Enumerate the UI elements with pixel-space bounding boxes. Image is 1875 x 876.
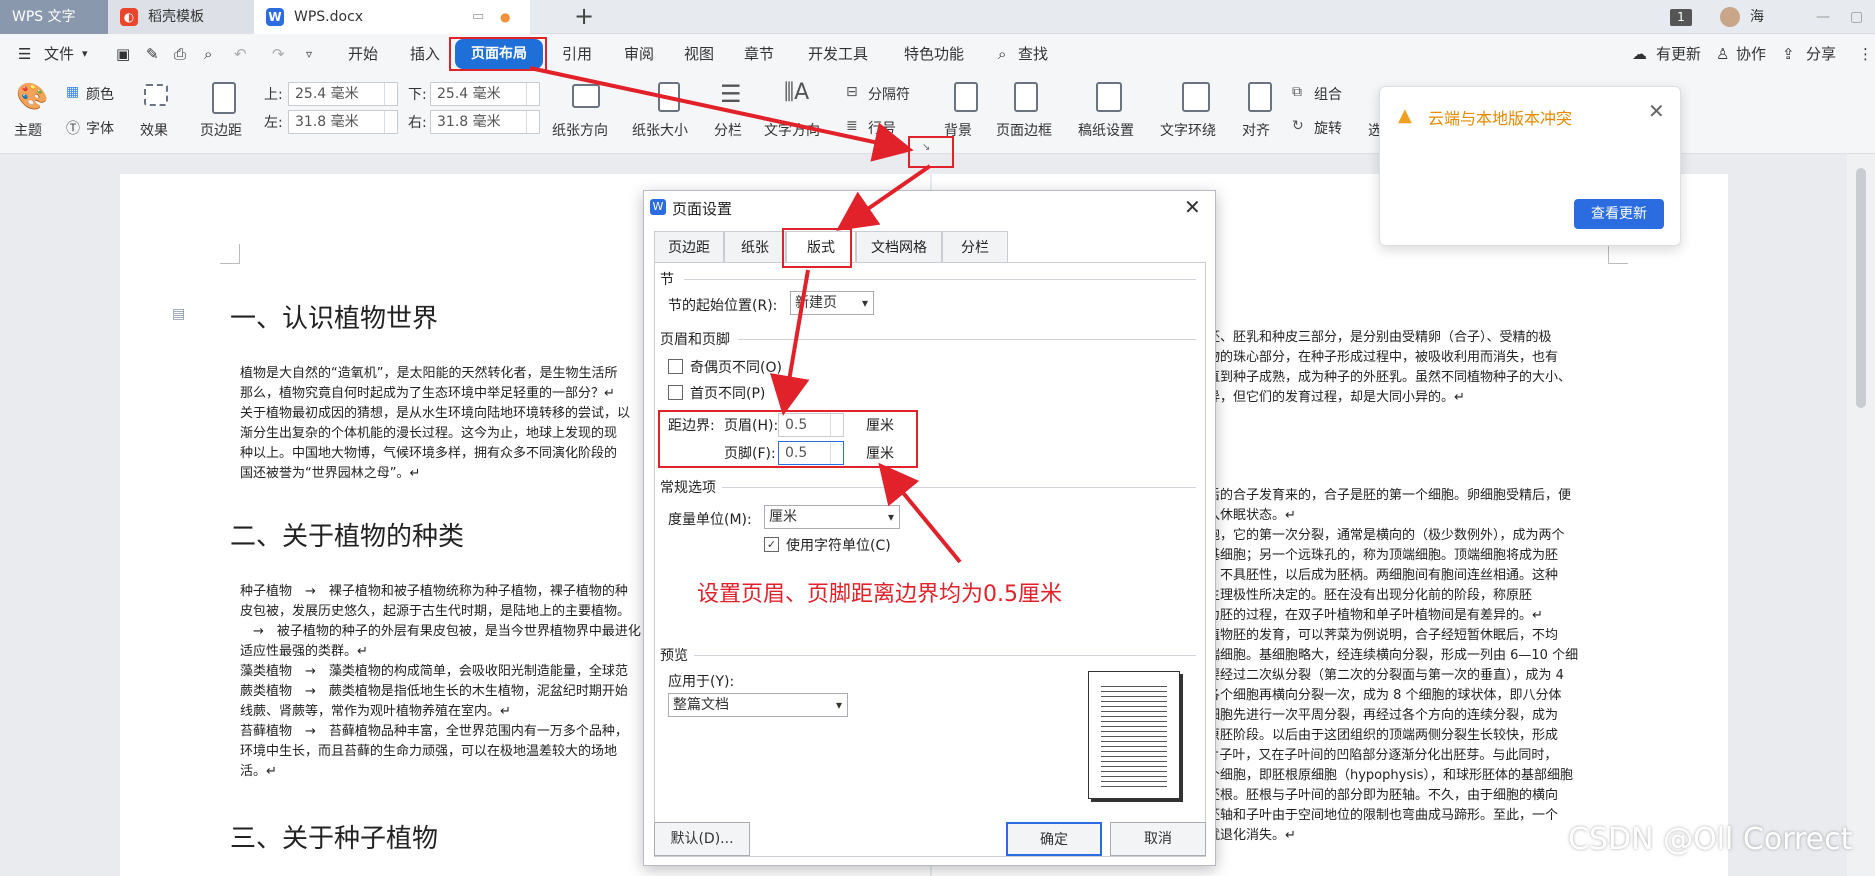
arrow-note-to-footer [878,462,962,564]
annotation-arrows [529,66,962,564]
watermark: CSDN @Oll Correct [1568,822,1853,857]
annotation-note: 设置页眉、页脚距离边界均为0.5厘米 [697,582,1062,607]
arrow-launcher-to-tab [836,164,932,231]
arrow-menu-to-launcher [529,66,914,162]
arrow-tab-to-header [770,269,810,416]
